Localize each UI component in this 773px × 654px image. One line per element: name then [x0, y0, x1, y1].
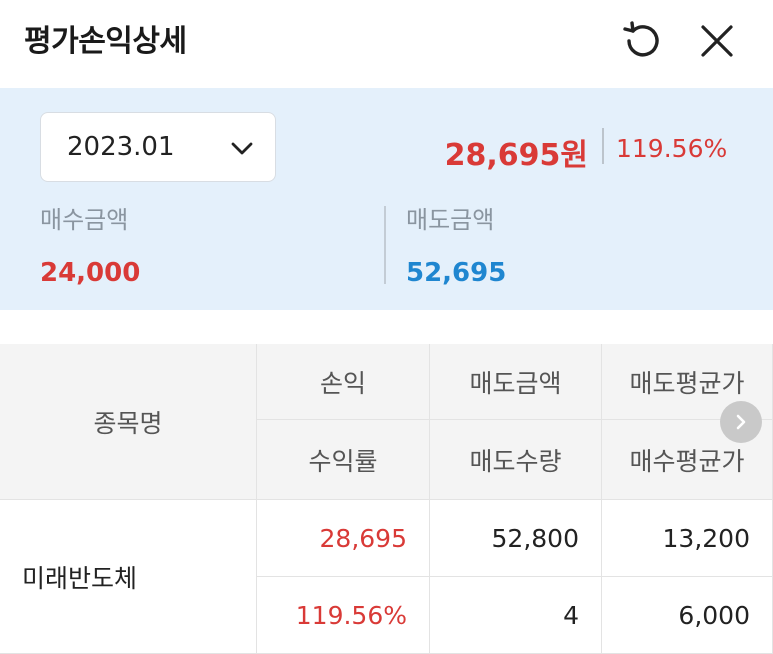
- header-profit: 손익: [257, 344, 430, 420]
- chevron-right-icon: [736, 414, 746, 430]
- table-cell-sell-avg-price: 13,200: [602, 500, 773, 577]
- buy-amount-label: 매수금액: [40, 206, 129, 234]
- table-cell-return-rate: 119.56%: [257, 577, 430, 654]
- table-cell-sell-amount: 52,800: [430, 500, 602, 577]
- table-cell-buy-avg-price: 6,000: [602, 577, 773, 654]
- header-return-rate: 수익률: [257, 420, 430, 500]
- period-select[interactable]: 2023.01: [40, 112, 276, 182]
- header-sell-amount: 매도금액: [430, 344, 602, 420]
- page-title: 평가손익상세: [24, 24, 187, 59]
- divider: [384, 206, 386, 284]
- profit-amount: 28,695원: [444, 138, 588, 173]
- close-button[interactable]: [694, 18, 740, 64]
- close-icon: [701, 25, 733, 57]
- profit-rate: 119.56%: [616, 134, 728, 163]
- refresh-icon: [623, 21, 659, 57]
- header: 평가손익상세: [0, 0, 773, 88]
- sell-amount-value: 52,695: [406, 258, 507, 288]
- scroll-right-button[interactable]: [720, 401, 762, 443]
- sell-amount-label: 매도금액: [406, 206, 495, 234]
- period-value: 2023.01: [67, 132, 175, 162]
- header-sell-qty: 매도수량: [430, 420, 602, 500]
- table-cell-profit: 28,695: [257, 500, 430, 577]
- table-cell-sell-qty: 4: [430, 577, 602, 654]
- divider: [602, 128, 604, 164]
- summary-panel: 2023.01 28,695원 119.56% 매수금액 24,000 매도금액…: [0, 88, 773, 310]
- header-stock-name: 종목명: [0, 344, 257, 500]
- table-row-stock-name[interactable]: 미래반도체: [0, 500, 257, 654]
- chevron-down-icon: [231, 142, 253, 155]
- buy-amount-value: 24,000: [40, 258, 141, 288]
- refresh-button[interactable]: [620, 18, 666, 64]
